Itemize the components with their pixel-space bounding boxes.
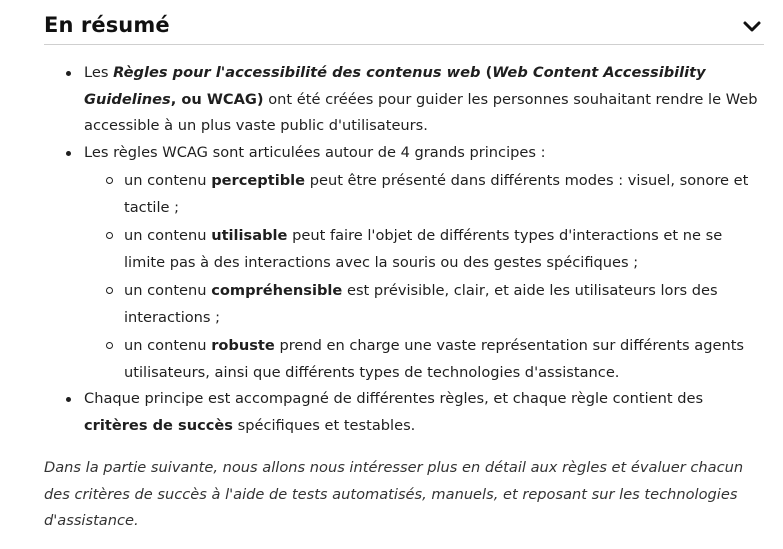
principle-text: un contenu xyxy=(124,172,212,189)
principle-term: compréhensible xyxy=(211,282,343,299)
item-text: Chaque principe est accompagné de différ… xyxy=(84,390,704,407)
principle-text: un contenu xyxy=(124,282,212,299)
principles-list: un contenu perceptible peut être présent… xyxy=(84,168,758,386)
success-criteria-term: critères de succès xyxy=(84,416,233,434)
principle-item: un contenu utilisable peut faire l'objet… xyxy=(84,223,758,276)
list-item: Chaque principe est accompagné de différ… xyxy=(44,386,758,439)
item-text: Les règles WCAG sont articulées autour d… xyxy=(84,143,546,161)
principle-term: robuste xyxy=(211,337,275,354)
list-item: Les Règles pour l'accessibilité des cont… xyxy=(44,60,758,140)
section-title: En résumé xyxy=(44,13,170,37)
wcag-acronym: , ou WCAG) xyxy=(170,90,264,108)
principle-term: perceptible xyxy=(211,172,306,189)
summary-list: Les Règles pour l'accessibilité des cont… xyxy=(44,60,758,439)
paren-open: ( xyxy=(480,64,493,81)
section-header[interactable]: En résumé xyxy=(44,10,764,45)
principle-item: un contenu robuste prend en charge une v… xyxy=(84,333,758,386)
list-item: Les règles WCAG sont articulées autour d… xyxy=(44,140,758,387)
principle-term: utilisable xyxy=(211,227,288,244)
principle-item: un contenu perceptible peut être présent… xyxy=(84,168,758,221)
item-text: Les xyxy=(84,64,114,81)
principle-item: un contenu compréhensible est prévisible… xyxy=(84,278,758,331)
principle-text: un contenu xyxy=(124,227,212,244)
chevron-down-icon[interactable] xyxy=(742,16,762,36)
guidelines-title-fr: Règles pour l'accessibilité des contenus… xyxy=(113,64,481,81)
closing-paragraph: Dans la partie suivante, nous allons nou… xyxy=(44,459,744,529)
principle-text: un contenu xyxy=(124,337,212,354)
item-text: spécifiques et testables. xyxy=(232,416,416,434)
summary-content: Les Règles pour l'accessibilité des cont… xyxy=(44,60,758,549)
